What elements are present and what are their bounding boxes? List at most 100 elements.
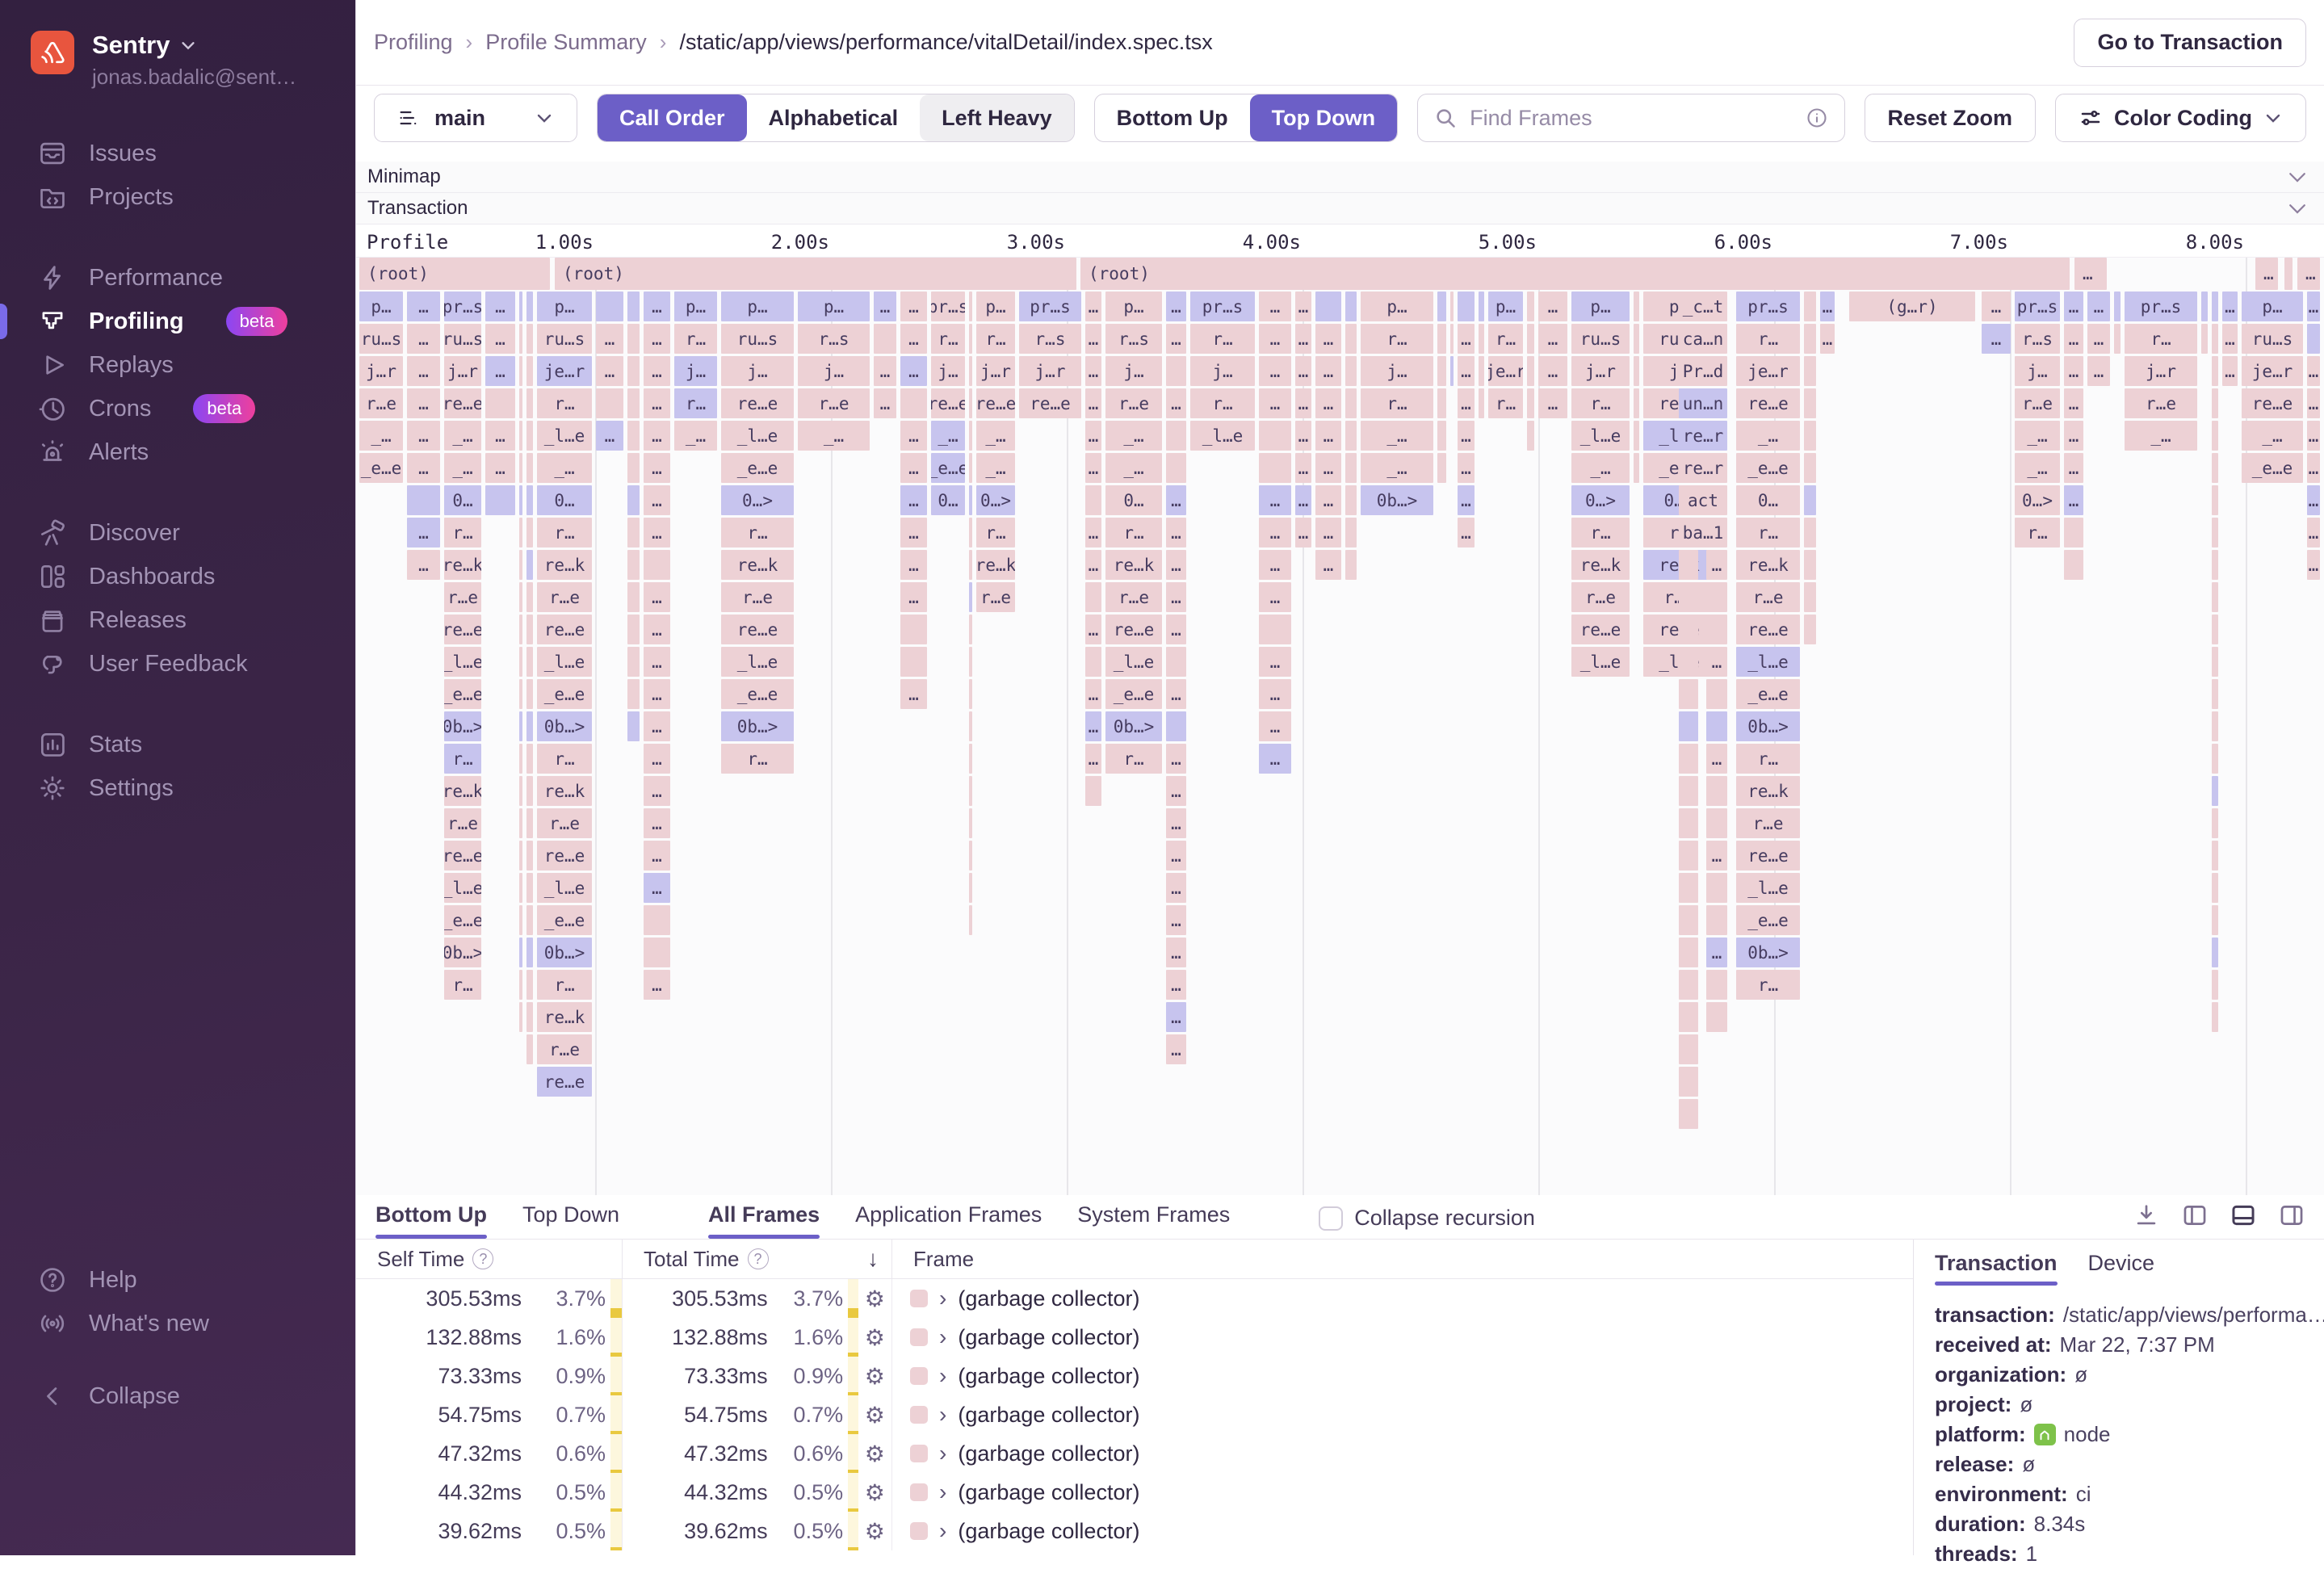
flame-cell[interactable]: pr…s bbox=[444, 292, 481, 321]
flame-cell[interactable] bbox=[1679, 1034, 1698, 1064]
expand-chevron-icon[interactable]: › bbox=[939, 1441, 946, 1466]
flame-cell[interactable] bbox=[900, 615, 927, 644]
flame-cell[interactable]: … bbox=[596, 324, 623, 354]
flame-cell[interactable] bbox=[2212, 485, 2218, 515]
flame-cell[interactable]: j… bbox=[674, 356, 717, 386]
flame-cell[interactable]: _e…e bbox=[537, 905, 592, 935]
flame-cell[interactable]: … bbox=[1458, 421, 1475, 451]
flame-cell[interactable]: re…k bbox=[1736, 776, 1800, 806]
flame-cell[interactable]: … bbox=[2087, 356, 2110, 386]
flame-cell[interactable]: pr…s bbox=[931, 292, 965, 321]
flame-cell[interactable] bbox=[1634, 453, 1639, 483]
flame-cell[interactable]: … bbox=[644, 970, 670, 1000]
flame-cell[interactable]: r…e bbox=[1736, 582, 1800, 612]
flame-cell[interactable]: r… bbox=[976, 324, 1015, 354]
flame-cell[interactable] bbox=[526, 841, 533, 871]
flame-cell[interactable]: Pr…d bbox=[1679, 356, 1727, 386]
flame-cell[interactable]: _… bbox=[444, 421, 481, 451]
flame-cell[interactable] bbox=[1479, 292, 1484, 321]
flame-cell[interactable]: r…s bbox=[798, 324, 870, 354]
flame-cell[interactable]: … bbox=[1315, 388, 1341, 418]
flame-cell[interactable]: … bbox=[900, 324, 927, 354]
flame-cell[interactable]: … bbox=[644, 356, 670, 386]
flame-cell[interactable] bbox=[1804, 485, 1816, 515]
flame-cell[interactable] bbox=[969, 776, 972, 806]
flame-cell[interactable]: … bbox=[900, 292, 927, 321]
flame-cell[interactable]: _l…e bbox=[537, 873, 592, 903]
flame-cell[interactable]: … bbox=[596, 421, 623, 451]
expand-chevron-icon[interactable]: › bbox=[939, 1518, 946, 1544]
flame-cell[interactable]: ru…s bbox=[1571, 324, 1630, 354]
flame-cell[interactable] bbox=[1634, 292, 1639, 321]
flame-cell[interactable] bbox=[2212, 292, 2218, 321]
flame-cell[interactable] bbox=[1437, 453, 1446, 483]
flame-cell[interactable]: pr…s bbox=[2015, 292, 2060, 321]
flame-cell[interactable] bbox=[2307, 324, 2320, 354]
flame-cell[interactable] bbox=[969, 873, 972, 903]
flame-cell[interactable]: … bbox=[900, 518, 927, 547]
collapse-recursion-checkbox[interactable]: Collapse recursion bbox=[1319, 1206, 1535, 1239]
flame-cell[interactable]: … bbox=[1820, 292, 1835, 321]
flame-cell[interactable] bbox=[1634, 421, 1639, 451]
flame-cell[interactable] bbox=[2212, 679, 2218, 709]
layout-right-icon[interactable] bbox=[2278, 1202, 2305, 1229]
flame-cell[interactable]: r…e bbox=[1105, 388, 1162, 418]
tab-top-down[interactable]: Top Down bbox=[522, 1202, 619, 1239]
table-row[interactable]: 54.75ms 0.7% 54.75ms 0.7% ⚙ › (garbage col… bbox=[356, 1395, 1913, 1434]
flame-cell[interactable] bbox=[969, 324, 972, 354]
org-header[interactable]: Sentry jonas.badalic@sent… bbox=[0, 0, 355, 90]
flame-cell[interactable] bbox=[519, 1002, 522, 1032]
sidebar-item-dashboards[interactable]: Dashboards bbox=[0, 555, 355, 598]
flame-cell[interactable]: pr…s bbox=[1736, 292, 1800, 321]
flame-cell[interactable]: re…k bbox=[444, 550, 481, 580]
flame-cell[interactable]: r… bbox=[1361, 388, 1433, 418]
flame-cell[interactable]: … bbox=[407, 453, 440, 483]
flame-cell[interactable] bbox=[519, 388, 522, 418]
flame-cell[interactable] bbox=[526, 711, 533, 741]
flame-cell[interactable] bbox=[1706, 679, 1727, 709]
flame-cell[interactable]: j…r bbox=[1019, 356, 1081, 386]
flame-cell[interactable] bbox=[644, 550, 670, 580]
flame-cell[interactable]: 0b…> bbox=[537, 938, 592, 967]
flame-cell[interactable]: _e…e bbox=[721, 679, 794, 709]
flame-cell[interactable] bbox=[526, 679, 533, 709]
flame-cell[interactable]: _… bbox=[976, 453, 1015, 483]
flame-cell[interactable] bbox=[1679, 905, 1698, 935]
sidebar-item-user-feedback[interactable]: User Feedback bbox=[0, 642, 355, 686]
tab-bottom-up[interactable]: Bottom Up bbox=[375, 1202, 487, 1239]
flame-cell[interactable]: re…e bbox=[2242, 388, 2303, 418]
chevron-down-icon[interactable] bbox=[2285, 165, 2309, 189]
flame-cell[interactable] bbox=[1706, 615, 1727, 644]
flame-cell[interactable] bbox=[2114, 292, 2121, 321]
flame-cell[interactable] bbox=[1085, 647, 1101, 677]
flame-cell[interactable]: _e…e bbox=[2242, 453, 2303, 483]
flame-cell[interactable]: un…n bbox=[1679, 388, 1727, 418]
flame-cell[interactable]: … bbox=[644, 292, 670, 321]
flame-cell[interactable]: _l…e bbox=[1736, 873, 1800, 903]
flame-cell[interactable]: … bbox=[2064, 388, 2083, 418]
expand-chevron-icon[interactable]: › bbox=[939, 1363, 946, 1389]
flame-cell[interactable]: … bbox=[1706, 550, 1727, 580]
flame-cell[interactable] bbox=[2114, 324, 2121, 354]
flame-cell[interactable]: _… bbox=[976, 421, 1015, 451]
flame-cell[interactable] bbox=[2212, 421, 2218, 451]
find-frames-input[interactable] bbox=[1470, 105, 1793, 131]
flame-cell[interactable]: 0b…> bbox=[1361, 485, 1433, 515]
flame-cell[interactable]: … bbox=[874, 292, 896, 321]
flame-cell[interactable] bbox=[526, 485, 533, 515]
flame-cell[interactable] bbox=[1679, 744, 1698, 774]
flame-cell[interactable]: … bbox=[1166, 550, 1186, 580]
flame-cell[interactable] bbox=[1345, 292, 1357, 321]
flame-cell[interactable]: r…e bbox=[537, 582, 592, 612]
flame-cell[interactable]: … bbox=[485, 292, 515, 321]
flame-cell[interactable] bbox=[969, 615, 972, 644]
flame-cell[interactable] bbox=[596, 388, 623, 418]
flame-cell[interactable]: … bbox=[1085, 356, 1101, 386]
flame-cell[interactable]: … bbox=[1259, 518, 1291, 547]
flame-cell[interactable]: 0…> bbox=[976, 485, 1015, 515]
flame-cell[interactable]: pr…s bbox=[1019, 292, 1081, 321]
detail-tab-transaction[interactable]: Transaction bbox=[1935, 1251, 2058, 1286]
flame-cell[interactable] bbox=[1166, 421, 1186, 451]
flame-cell[interactable]: _e…e bbox=[721, 453, 794, 483]
flame-cell[interactable]: r… bbox=[1736, 970, 1800, 1000]
